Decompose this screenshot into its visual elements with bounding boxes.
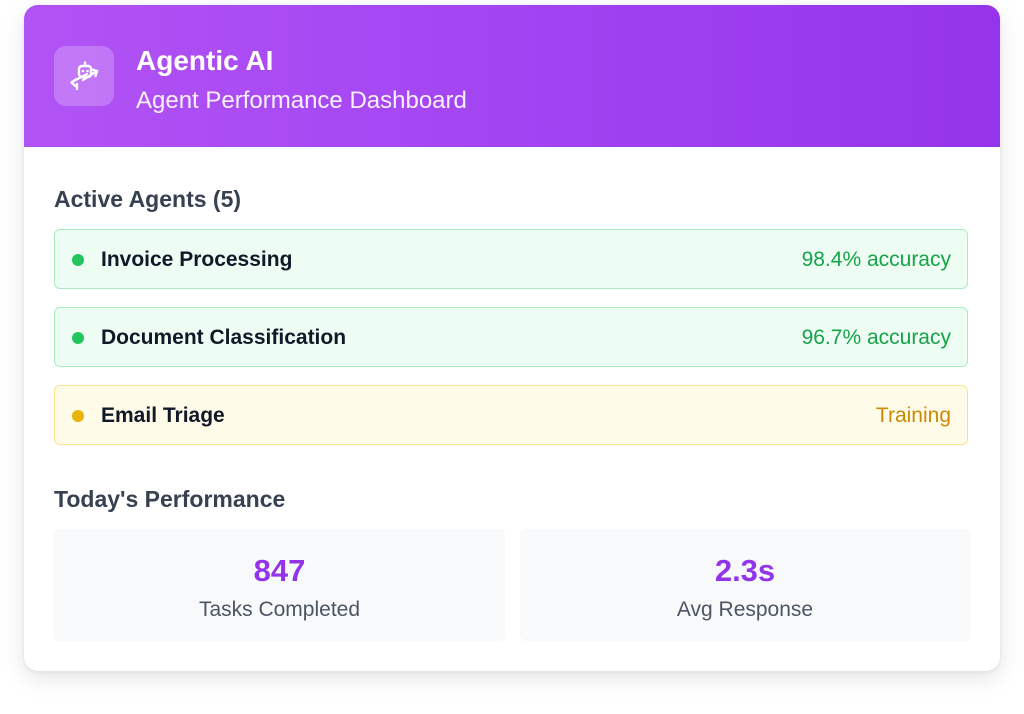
agent-name: Document Classification: [101, 326, 347, 349]
agent-status: 96.7% accuracy: [801, 326, 951, 349]
app-title: Agentic AI: [136, 45, 274, 76]
dashboard-header: Agentic AI Agent Performance Dashboard: [24, 5, 1000, 147]
app-subtitle: Agent Performance Dashboard: [136, 87, 467, 114]
agent-row-invoice-processing[interactable]: Invoice Processing 98.4% accuracy: [54, 229, 968, 289]
status-dot-training: [72, 410, 84, 422]
stat-label: Avg Response: [676, 598, 814, 621]
agent-status: Training: [875, 404, 951, 427]
stat-value: 2.3s: [714, 553, 776, 588]
stat-tasks-completed: 847 Tasks Completed: [54, 529, 505, 641]
agent-name: Email Triage: [101, 404, 225, 427]
stat-label: Tasks Completed: [198, 598, 361, 621]
agent-status: 98.4% accuracy: [801, 248, 951, 271]
stat-value: 847: [253, 553, 306, 588]
status-dot-active: [72, 254, 84, 266]
agent-name: Invoice Processing: [101, 248, 293, 271]
stat-avg-response: 2.3s Avg Response: [520, 529, 970, 641]
robot-arrows-icon: [54, 46, 114, 106]
agent-row-document-classification[interactable]: Document Classification 96.7% accuracy: [54, 307, 968, 367]
agent-row-email-triage[interactable]: Email Triage Training: [54, 385, 968, 445]
status-dot-active: [72, 332, 84, 344]
active-agents-heading: Active Agents (5): [54, 186, 242, 212]
performance-heading: Today's Performance: [54, 486, 286, 512]
dashboard-card: Agentic AI Agent Performance Dashboard A…: [24, 5, 1000, 671]
